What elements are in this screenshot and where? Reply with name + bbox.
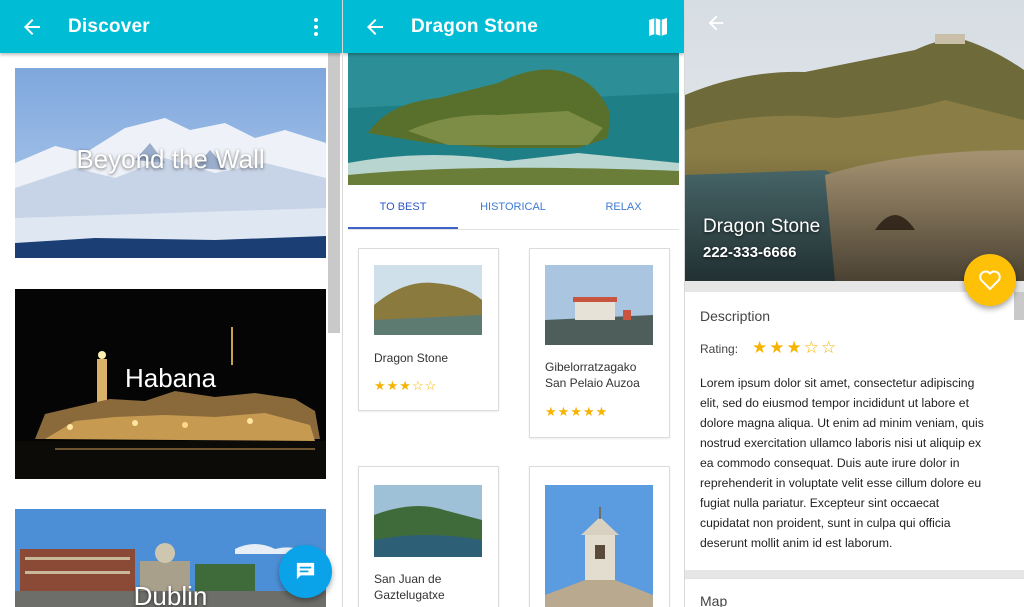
discover-app-bar: Discover — [0, 0, 342, 53]
destination-title: Dublin — [133, 581, 208, 607]
more-vert-icon[interactable] — [304, 15, 328, 39]
rating-label: Rating: — [700, 342, 739, 356]
hero-image — [348, 53, 679, 185]
star-rating: ★★★★★ — [545, 404, 609, 419]
page-title: Discover — [68, 16, 150, 37]
place-title: Dragon Stone — [374, 351, 449, 365]
description-heading: Description — [700, 308, 771, 324]
chat-icon — [296, 562, 315, 580]
tab-historical[interactable]: HISTORICAL — [458, 185, 568, 227]
place-name: Dragon Stone — [703, 216, 821, 237]
place-title: San Juan de Gaztelugatxe — [374, 572, 445, 602]
destination-title: Habana — [124, 363, 217, 393]
scrollbar[interactable] — [328, 53, 340, 333]
destination-card-beyond-the-wall[interactable]: Beyond the Wall — [15, 68, 326, 258]
back-arrow-icon[interactable] — [20, 15, 44, 39]
header-image — [685, 0, 1024, 281]
place-thumbnail — [374, 485, 482, 557]
heart-icon — [979, 270, 1001, 291]
divider — [685, 570, 1024, 578]
destination-card-habana[interactable]: Habana — [15, 289, 326, 479]
place-card-gibelorratzagako[interactable]: Gibelorratzagako San Pelaio Auzoa ★★★★★ — [529, 248, 670, 438]
place-title: Gibelorratzagako San Pelaio Auzoa — [545, 360, 640, 390]
map-card: Map — [685, 578, 1024, 607]
map-heading: Map — [700, 593, 728, 607]
place-card-chapel[interactable] — [529, 466, 670, 607]
back-arrow-icon[interactable] — [705, 12, 727, 34]
place-thumbnail — [545, 265, 653, 345]
star-rating: ★★★☆☆ — [374, 378, 438, 393]
place-card-dragon-stone[interactable]: Dragon Stone ★★★☆☆ — [358, 248, 499, 411]
place-detail-screen: Dragon Stone TO BEST HISTORICAL RELAX Dr… — [343, 0, 684, 607]
tab-relax[interactable]: RELAX — [568, 185, 679, 227]
destination-title: Beyond the Wall — [76, 144, 265, 174]
tab-to-best[interactable]: TO BEST — [348, 185, 458, 229]
place-phone[interactable]: 222-333-6666 — [703, 244, 796, 261]
description-text: Lorem ipsum dolor sit amet, consectetur … — [700, 376, 984, 550]
place-card-san-juan[interactable]: San Juan de Gaztelugatxe — [358, 466, 499, 607]
discover-screen: Discover Beyond the Wall Habana Dublin — [0, 0, 342, 607]
place-info-screen: Dragon Stone 222-333-6666 Description Ra… — [685, 0, 1024, 607]
map-icon[interactable] — [646, 15, 670, 39]
star-rating: ★★★☆☆ — [752, 338, 839, 357]
category-tabs: TO BEST HISTORICAL RELAX — [348, 185, 679, 230]
scrollbar[interactable] — [1014, 292, 1024, 320]
chat-fab-button[interactable] — [279, 545, 332, 598]
place-thumbnail — [545, 485, 653, 607]
place-thumbnail — [374, 265, 482, 335]
description-card: Description Rating: ★★★☆☆ Lorem ipsum do… — [685, 292, 1024, 572]
page-title: Dragon Stone — [411, 16, 538, 37]
detail-app-bar: Dragon Stone — [343, 0, 684, 53]
destination-card-dublin[interactable]: Dublin — [15, 509, 326, 607]
favorite-button[interactable] — [964, 254, 1016, 306]
back-arrow-icon[interactable] — [363, 15, 387, 39]
